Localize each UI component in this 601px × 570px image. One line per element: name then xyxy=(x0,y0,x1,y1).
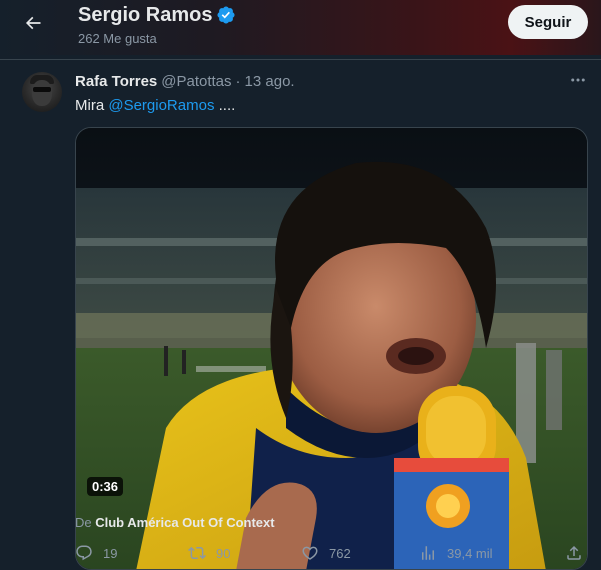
video-source-prefix: De xyxy=(75,515,96,530)
header-title-block: Sergio Ramos 262 Me gusta xyxy=(78,3,236,46)
author-handle[interactable]: @Patottas xyxy=(161,73,231,90)
arrow-left-icon xyxy=(25,16,41,30)
back-button[interactable] xyxy=(18,8,48,38)
follow-button[interactable]: Seguir xyxy=(508,5,588,39)
profile-header: Sergio Ramos 262 Me gusta Seguir xyxy=(0,0,601,55)
tweet-text: Mira @SergioRamos .... xyxy=(75,97,235,114)
more-options-button[interactable] xyxy=(566,70,590,90)
like-button[interactable]: 762 xyxy=(301,544,351,562)
author-name[interactable]: Rafa Torres xyxy=(75,73,157,90)
separator-dot: · xyxy=(235,73,241,90)
views-chart-icon xyxy=(422,546,434,560)
retweet-button[interactable]: 90 xyxy=(188,544,230,562)
views-count: 39,4 mil xyxy=(447,545,493,561)
tweet-header: Rafa Torres @Patottas · 13 ago. xyxy=(75,73,295,90)
reply-count: 19 xyxy=(103,545,118,561)
more-dots-icon xyxy=(571,78,585,82)
video-source: De Club América Out Of Context xyxy=(75,515,275,530)
avatar[interactable] xyxy=(22,72,62,112)
share-button[interactable] xyxy=(565,544,583,562)
tweet[interactable]: Rafa Torres @Patottas · 13 ago. Mira @Se… xyxy=(0,60,601,570)
tweet-text-suffix: .... xyxy=(214,97,236,114)
retweet-count: 90 xyxy=(216,545,231,561)
tweet-date[interactable]: 13 ago. xyxy=(245,73,295,90)
video-frame xyxy=(76,128,587,569)
video-source-link[interactable]: Club América Out Of Context xyxy=(95,515,274,530)
video-player[interactable]: 0:36 xyxy=(75,127,588,570)
page-title: Sergio Ramos xyxy=(78,4,213,26)
retweet-icon xyxy=(188,546,206,560)
like-count: 762 xyxy=(329,545,351,561)
tweet-text-prefix: Mira xyxy=(75,97,109,114)
video-duration: 0:36 xyxy=(87,477,124,496)
likes-count: 262 Me gusta xyxy=(78,31,157,46)
verified-badge-icon xyxy=(217,6,236,24)
reply-icon xyxy=(76,545,92,561)
heart-icon xyxy=(302,546,318,560)
mention-link[interactable]: @SergioRamos xyxy=(108,97,214,114)
views-button[interactable]: 39,4 mil xyxy=(419,544,493,562)
reply-button[interactable]: 19 xyxy=(75,544,117,562)
tweet-actions: 19 90 762 39,4 mil xyxy=(75,544,588,566)
share-icon xyxy=(567,545,581,560)
